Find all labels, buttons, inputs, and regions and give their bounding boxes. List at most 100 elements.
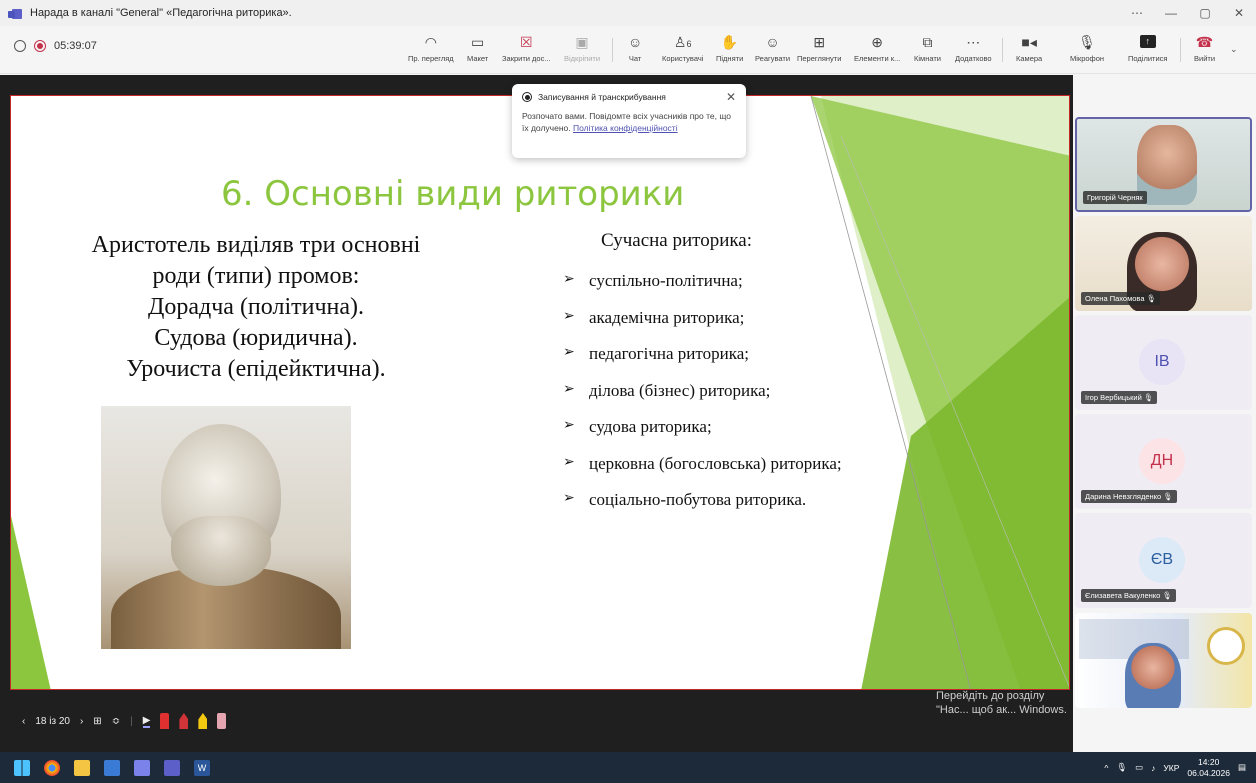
list-item: ➢ академічна риторика; xyxy=(563,307,745,327)
red-pen-icon[interactable] xyxy=(179,713,189,729)
chevron-up-icon[interactable]: ^ xyxy=(1104,763,1108,773)
leave-options-chevron-icon[interactable]: ⌄ xyxy=(1230,44,1238,55)
chrome-icon[interactable] xyxy=(44,759,60,776)
teams-icon xyxy=(8,6,22,20)
arrow-bullet-icon: ➢ xyxy=(563,381,575,397)
share-icon: ↑ xyxy=(1139,35,1156,48)
shared-content-stage: 6. Основні види риторики Аристотель виді… xyxy=(0,75,1073,752)
slide-title: 6. Основні види риторики xyxy=(221,174,685,214)
avatar: ЄВ xyxy=(1139,537,1185,583)
raise-hand-button[interactable]: ✋ Підняти xyxy=(716,32,743,63)
participant-name: Дарина Невзгляденко 🎙 xyxy=(1081,490,1177,503)
clock[interactable]: 14:20 06.04.2026 xyxy=(1187,757,1230,779)
rooms-button[interactable]: ⧉ Кімнати xyxy=(914,32,941,63)
close-share-icon: ☒ xyxy=(520,34,533,50)
chat-icon: ☺ xyxy=(628,34,643,50)
participant-name: Ігор Вербицький 🎙 xyxy=(1081,391,1158,404)
arrow-bullet-icon: ➢ xyxy=(563,454,575,470)
teams-taskbar-icon[interactable] xyxy=(164,759,180,776)
apps-button[interactable]: ⊕ Елементи к... xyxy=(854,32,900,63)
microphone-button[interactable]: 🎙 Мікрофон xyxy=(1070,32,1104,63)
windows-start-icon[interactable] xyxy=(14,759,30,776)
chat-button[interactable]: ☺ Чат xyxy=(628,32,642,63)
raise-hand-icon: ✋ xyxy=(720,34,739,50)
layout-icon: ▭ xyxy=(471,34,485,50)
status-ring-icon xyxy=(14,40,26,52)
mic-tray-icon[interactable]: 🎙 xyxy=(1116,762,1127,773)
mic-icon: 🎙 xyxy=(1078,34,1096,50)
avatar: ДН xyxy=(1139,438,1185,484)
stop-sharing-button[interactable]: ☒ Закрити дос... xyxy=(502,32,551,63)
privacy-policy-link[interactable]: Політика конфіденційності xyxy=(573,123,678,133)
participant-tile[interactable]: ЄВ Єлизавета Вакуленко 🎙 xyxy=(1075,513,1252,608)
notification-title: Записування й транскрибування xyxy=(538,92,666,102)
camera-button[interactable]: ■◂ Камера xyxy=(1016,32,1042,63)
aristotle-bust-image xyxy=(101,406,351,649)
self-video-tile[interactable] xyxy=(1075,613,1252,708)
people-button[interactable]: ♙6 Користувачі xyxy=(662,32,703,63)
windows-taskbar: W ^ 🎙 ▭ ♪ УКР 14:20 06.04.2026 ▤ xyxy=(0,752,1256,783)
avatar: ІВ xyxy=(1139,339,1185,385)
eraser-icon[interactable] xyxy=(217,713,227,729)
close-window-button[interactable]: ✕ xyxy=(1222,0,1256,26)
slide-bullet-list: ➢ суспільно-політична; ➢ академічна ритори… xyxy=(563,271,842,527)
participant-tile[interactable]: Олена Пахомова 🎙 xyxy=(1075,216,1252,311)
next-slide-button[interactable]: › xyxy=(80,716,83,727)
arrow-bullet-icon: ➢ xyxy=(563,308,575,324)
grid-view-icon[interactable]: ⊞ xyxy=(93,716,101,727)
text-line: Судова (юридична). xyxy=(154,325,358,351)
previous-slide-button[interactable]: ‹ xyxy=(22,716,25,727)
more-options-icon[interactable]: ⋯ xyxy=(1120,0,1154,26)
store-icon[interactable] xyxy=(104,759,120,776)
volume-icon[interactable]: ♪ xyxy=(1151,763,1155,773)
file-explorer-icon[interactable] xyxy=(74,759,90,776)
text-line: Дорадча (політична). xyxy=(147,294,364,320)
muted-mic-icon: 🎙 xyxy=(1163,492,1173,501)
app-icon[interactable] xyxy=(134,759,150,776)
layout-button[interactable]: ▭ Макет xyxy=(467,32,488,63)
close-icon[interactable]: ✕ xyxy=(726,90,736,104)
meeting-toolbar: 05:39:07 ◠ Пр. перегляд ▭ Макет ☒ Закрити д… xyxy=(0,26,1256,74)
activate-windows-notice: Перейдіть до розділу "Нас... щоб ак... W… xyxy=(936,690,1067,716)
preview-button[interactable]: ◠ Пр. перегляд xyxy=(408,32,454,63)
recording-notification: Записування й транскрибування ✕ Розпочат… xyxy=(512,84,746,158)
more-button[interactable]: ⋯ Додатково xyxy=(955,32,992,63)
list-item: ➢ педагогічна риторика; xyxy=(563,344,749,363)
word-icon[interactable]: W xyxy=(194,759,210,776)
highlighter-icon[interactable] xyxy=(198,713,208,729)
laser-pen-icon[interactable] xyxy=(160,713,170,729)
notification-body: Розпочато вами. Повідомте всіх учасників… xyxy=(522,111,731,133)
list-item: ➢ суспільно-політична; xyxy=(563,271,743,290)
react-icon: ☺ xyxy=(765,34,780,50)
text-line: Урочиста (епідейктична). xyxy=(126,356,386,382)
people-icon: ♙6 xyxy=(673,34,692,50)
arrow-bullet-icon: ➢ xyxy=(563,345,575,360)
participant-tile[interactable]: ІВ Ігор Вербицький 🎙 xyxy=(1075,315,1252,410)
list-item: ➢ соціально-побутова риторика. xyxy=(563,490,807,509)
participant-name: Олена Пахомова 🎙 xyxy=(1081,292,1161,305)
text-line: роди (типи) промов: xyxy=(152,263,360,289)
notifications-icon[interactable]: ▤ xyxy=(1238,762,1246,773)
settings-sliders-icon[interactable]: ≎ xyxy=(112,716,120,727)
network-icon[interactable]: ▭ xyxy=(1135,762,1143,773)
recording-icon[interactable] xyxy=(34,40,46,52)
apps-icon: ⊕ xyxy=(871,34,883,50)
slide-left-text: Аристотель виділяв три основні роди (тип… xyxy=(61,230,451,385)
restore-button[interactable]: ▢ xyxy=(1188,0,1222,26)
recording-indicator-icon xyxy=(522,92,532,102)
share-button[interactable]: ↑ Поділитися xyxy=(1128,32,1167,63)
leave-button[interactable]: ☎ Вийти xyxy=(1194,32,1215,63)
view-button[interactable]: ⊞ Переглянути xyxy=(797,32,841,63)
text-line: Аристотель виділяв три основні xyxy=(91,232,421,258)
language-indicator[interactable]: УКР xyxy=(1163,763,1179,773)
unpin-button[interactable]: ▣ Відкріпити xyxy=(564,32,600,63)
camera-icon: ■◂ xyxy=(1021,34,1037,50)
view-icon: ⊞ xyxy=(813,34,826,50)
list-item: ➢ церковна (богословська) риторика; xyxy=(563,453,842,473)
arrow-bullet-icon: ➢ xyxy=(563,272,575,287)
participant-tile[interactable]: ДН Дарина Невзгляденко 🎙 xyxy=(1075,414,1252,509)
react-button[interactable]: ☺ Реагувати xyxy=(755,32,790,63)
participant-tile[interactable]: Григорій Черняк xyxy=(1075,117,1252,212)
minimize-button[interactable]: — xyxy=(1154,0,1188,26)
pointer-tool-icon[interactable]: ▶ xyxy=(142,715,151,728)
